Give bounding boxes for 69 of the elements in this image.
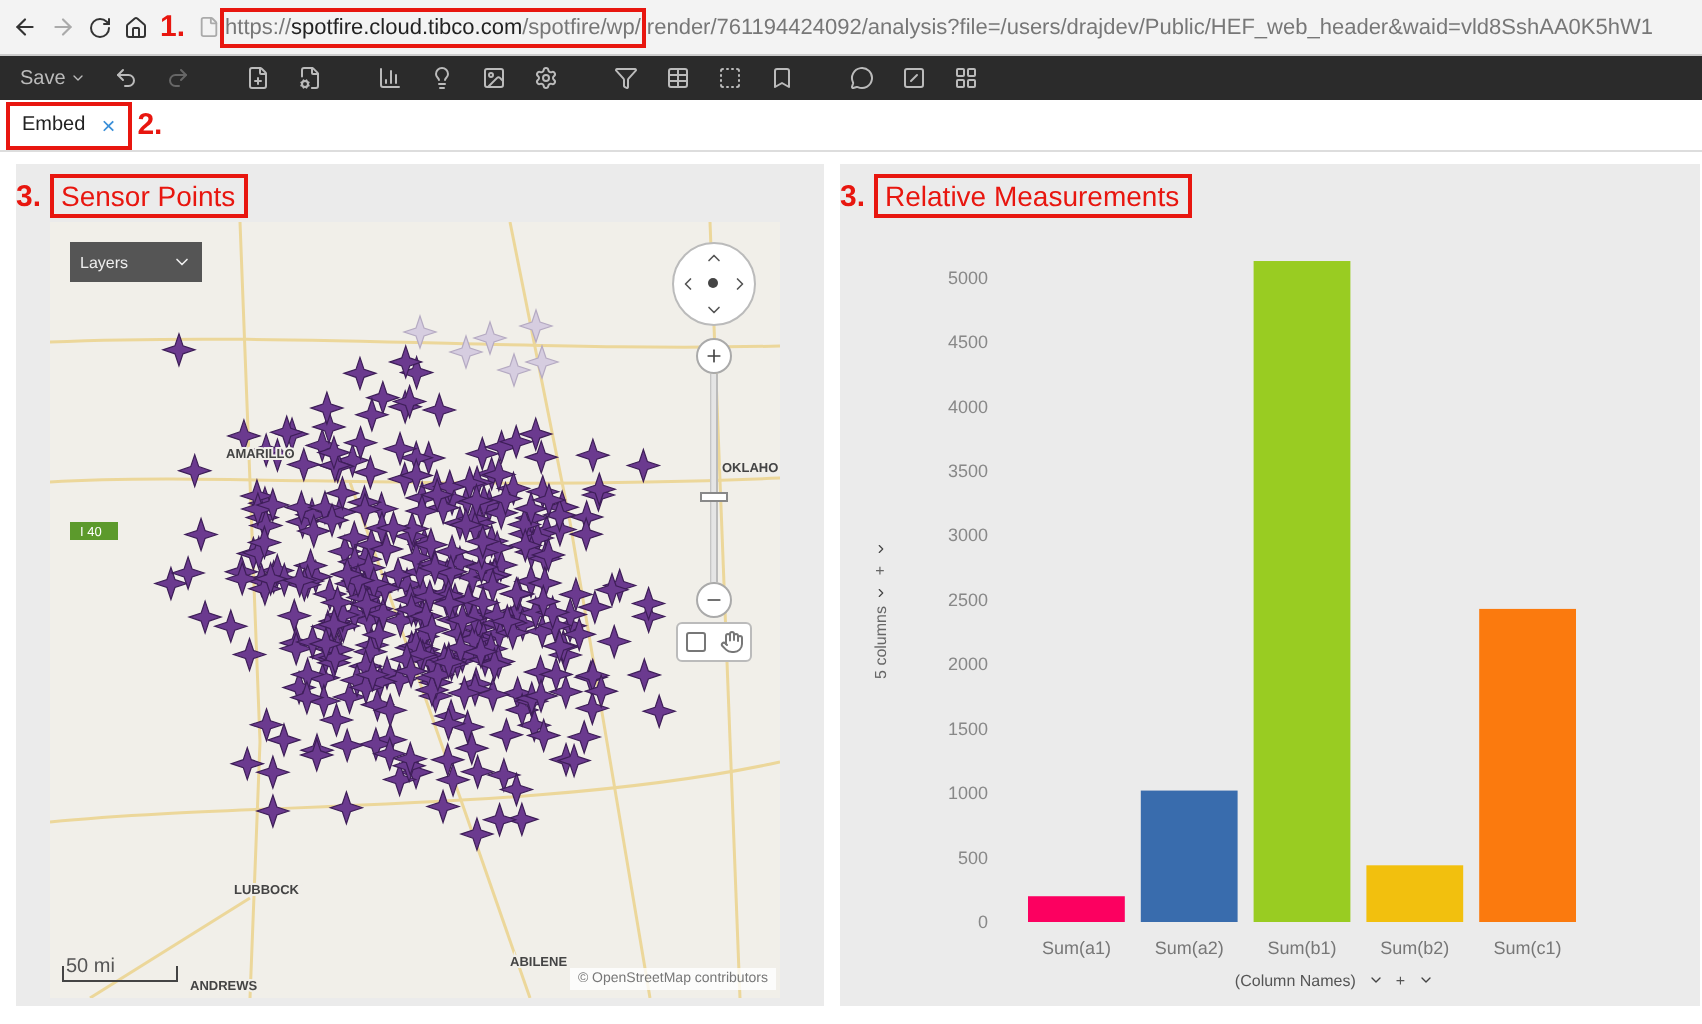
x-tick-label: Sum(b2) bbox=[1380, 938, 1450, 958]
callout-number: 3. bbox=[840, 181, 866, 211]
lightbulb-button[interactable] bbox=[429, 66, 454, 90]
bar bbox=[1028, 896, 1125, 922]
add-axis-button[interactable]: + bbox=[1395, 971, 1406, 989]
pan-control[interactable] bbox=[672, 242, 756, 326]
hand-icon bbox=[720, 630, 744, 654]
y-tick-label: 2500 bbox=[947, 589, 988, 610]
undo-button[interactable] bbox=[113, 66, 138, 90]
filter-button[interactable] bbox=[613, 66, 638, 90]
layers-dropdown[interactable]: Layers bbox=[70, 242, 202, 282]
url-text: https:// bbox=[225, 15, 292, 39]
y-tick-label: 3000 bbox=[947, 525, 988, 546]
callout-number: 1. bbox=[160, 12, 186, 42]
reload-button[interactable] bbox=[88, 15, 112, 39]
y-tick-label: 0 bbox=[977, 912, 988, 932]
dot-icon bbox=[708, 278, 719, 289]
tab-label: Embed bbox=[22, 114, 86, 136]
back-button[interactable] bbox=[12, 14, 38, 40]
square-button[interactable] bbox=[901, 66, 926, 90]
callout-number: 3. bbox=[16, 181, 42, 211]
y-tick-label: 2000 bbox=[947, 654, 988, 675]
scale-label: 50 mi bbox=[66, 956, 115, 978]
panel-title: Relative Measurements bbox=[873, 174, 1192, 218]
home-button[interactable] bbox=[124, 15, 148, 39]
callout-number: 2. bbox=[137, 110, 163, 140]
panel-title: Sensor Points bbox=[49, 174, 248, 218]
caret-icon[interactable] bbox=[1417, 972, 1434, 988]
x-tick-label: Sum(c1) bbox=[1493, 938, 1562, 958]
url-text: render/761194424092/analysis?file=/users/drajdev/Public/HEF_web_header&waid=vld8SshAA0K5hW1 bbox=[646, 15, 1653, 39]
y-tick-label: 5000 bbox=[947, 267, 988, 288]
bar bbox=[1140, 790, 1238, 922]
image-button[interactable] bbox=[481, 66, 506, 90]
caret-icon[interactable] bbox=[1367, 972, 1384, 988]
x-axis-selector[interactable]: (Column Names) bbox=[1234, 971, 1356, 989]
table-button[interactable] bbox=[665, 66, 690, 90]
y-tick-label: 500 bbox=[957, 847, 988, 868]
save-button[interactable]: Save bbox=[20, 67, 86, 89]
url-text: /spotfire/wp/ bbox=[522, 15, 641, 39]
grid-button[interactable] bbox=[953, 66, 978, 90]
y-tick-label: 3500 bbox=[947, 461, 988, 482]
dashed-square-button[interactable] bbox=[717, 66, 742, 90]
caret-icon bbox=[69, 70, 86, 86]
bar bbox=[1366, 865, 1464, 922]
url-text: spotfire.cloud.tibco.com bbox=[291, 15, 523, 39]
x-tick-label: Sum(a2) bbox=[1154, 938, 1224, 958]
caret-icon[interactable] bbox=[873, 586, 887, 601]
plus-icon bbox=[704, 346, 724, 366]
speech-bubble-button[interactable] bbox=[849, 66, 874, 90]
tab[interactable]: Embed × bbox=[6, 101, 132, 149]
y-tick-label: 1500 bbox=[947, 718, 988, 739]
zoom-slider-thumb[interactable] bbox=[700, 492, 728, 503]
y-tick-label: 4000 bbox=[947, 396, 988, 417]
add-axis-button[interactable]: + bbox=[875, 562, 885, 581]
bookmark-button[interactable] bbox=[769, 66, 794, 90]
y-tick-label: 4500 bbox=[947, 332, 988, 353]
square-icon bbox=[684, 630, 708, 654]
y-tick-label: 1000 bbox=[947, 783, 988, 804]
x-tick-label: Sum(a1) bbox=[1041, 938, 1111, 958]
bar-chart-button[interactable] bbox=[377, 66, 402, 90]
close-button[interactable]: × bbox=[101, 111, 116, 139]
page-icon bbox=[197, 16, 220, 38]
new-page-button[interactable] bbox=[245, 66, 270, 90]
settings-button[interactable] bbox=[533, 66, 558, 90]
caret-icon[interactable] bbox=[873, 542, 887, 557]
x-tick-label: Sum(b1) bbox=[1267, 938, 1337, 958]
zoom-in-button[interactable] bbox=[696, 338, 732, 374]
page-settings-button[interactable] bbox=[297, 66, 322, 90]
y-axis-selector[interactable]: 5 columns bbox=[871, 606, 889, 680]
